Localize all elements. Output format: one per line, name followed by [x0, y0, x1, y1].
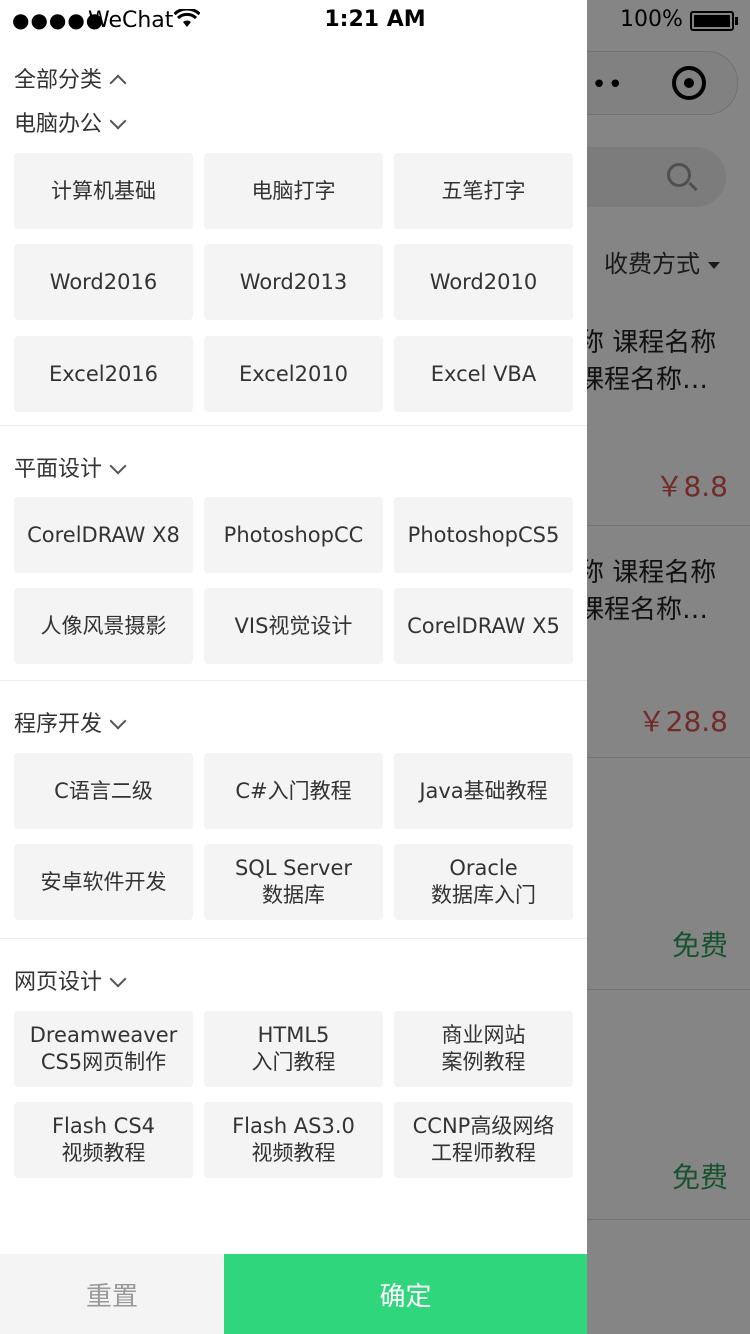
category-chip[interactable]: Word2016 — [14, 244, 193, 320]
category-chip[interactable]: Oracle 数据库入门 — [394, 844, 573, 920]
category-chip[interactable]: SQL Server 数据库 — [204, 844, 383, 920]
chevron-down-icon — [109, 970, 127, 988]
category-chip[interactable]: Dreamweaver CS5网页制作 — [14, 1011, 193, 1087]
category-chip[interactable]: Word2010 — [394, 244, 573, 320]
category-chip[interactable]: CorelDRAW X8 — [14, 497, 193, 573]
drawer-footer: 重置 确定 — [0, 1254, 587, 1334]
section-divider — [0, 938, 587, 939]
section-label: 平面设计 — [14, 457, 103, 482]
category-chip[interactable]: Java基础教程 — [394, 753, 573, 829]
category-chip[interactable]: Excel2010 — [204, 336, 383, 412]
status-bar: ●●●●● WeChat 1:21 AM 100% — [0, 0, 750, 40]
section-divider — [0, 680, 587, 681]
category-chip[interactable]: C语言二级 — [14, 753, 193, 829]
category-chip[interactable]: 计算机基础 — [14, 153, 193, 229]
chevron-up-icon — [109, 74, 127, 92]
category-chip[interactable]: Flash AS3.0 视频教程 — [204, 1102, 383, 1178]
category-chip[interactable]: Word2013 — [204, 244, 383, 320]
category-chip[interactable]: Excel2016 — [14, 336, 193, 412]
chevron-down-icon — [109, 712, 127, 730]
category-chip[interactable]: CCNP高级网络 工程师教程 — [394, 1102, 573, 1178]
category-chip[interactable]: 五笔打字 — [394, 153, 573, 229]
category-chip[interactable]: VIS视觉设计 — [204, 588, 383, 664]
section-title-graphic-design[interactable]: 平面设计 — [14, 451, 127, 483]
section-divider — [0, 425, 587, 426]
all-categories-toggle[interactable]: 全部分类 — [14, 62, 127, 94]
chevron-down-icon — [109, 457, 127, 475]
all-categories-label: 全部分类 — [14, 68, 103, 93]
category-chip[interactable]: PhotoshopCS5 — [394, 497, 573, 573]
category-chip[interactable]: 商业网站 案例教程 — [394, 1011, 573, 1087]
category-chip[interactable]: Excel VBA — [394, 336, 573, 412]
section-label: 程序开发 — [14, 712, 103, 737]
category-chip[interactable]: CorelDRAW X5 — [394, 588, 573, 664]
category-chip[interactable]: PhotoshopCC — [204, 497, 383, 573]
category-chip[interactable]: Flash CS4 视频教程 — [14, 1102, 193, 1178]
section-label: 电脑办公 — [14, 112, 103, 137]
category-chip[interactable]: C#入门教程 — [204, 753, 383, 829]
category-chip[interactable]: 电脑打字 — [204, 153, 383, 229]
category-chip[interactable]: HTML5 入门教程 — [204, 1011, 383, 1087]
battery-icon — [690, 11, 738, 31]
battery-percent: 100% — [620, 7, 683, 32]
category-drawer: 全部分类 电脑办公 计算机基础 电脑打字 五笔打字 Word2016 Word2… — [0, 0, 587, 1334]
section-title-office[interactable]: 电脑办公 — [14, 106, 127, 138]
confirm-button[interactable]: 确定 — [224, 1254, 587, 1334]
section-title-web-design[interactable]: 网页设计 — [14, 964, 127, 996]
section-title-programming[interactable]: 程序开发 — [14, 706, 127, 738]
category-chip[interactable]: 安卓软件开发 — [14, 844, 193, 920]
chevron-down-icon — [109, 112, 127, 130]
reset-button[interactable]: 重置 — [0, 1254, 224, 1334]
category-chip[interactable]: 人像风景摄影 — [14, 588, 193, 664]
section-label: 网页设计 — [14, 970, 103, 995]
